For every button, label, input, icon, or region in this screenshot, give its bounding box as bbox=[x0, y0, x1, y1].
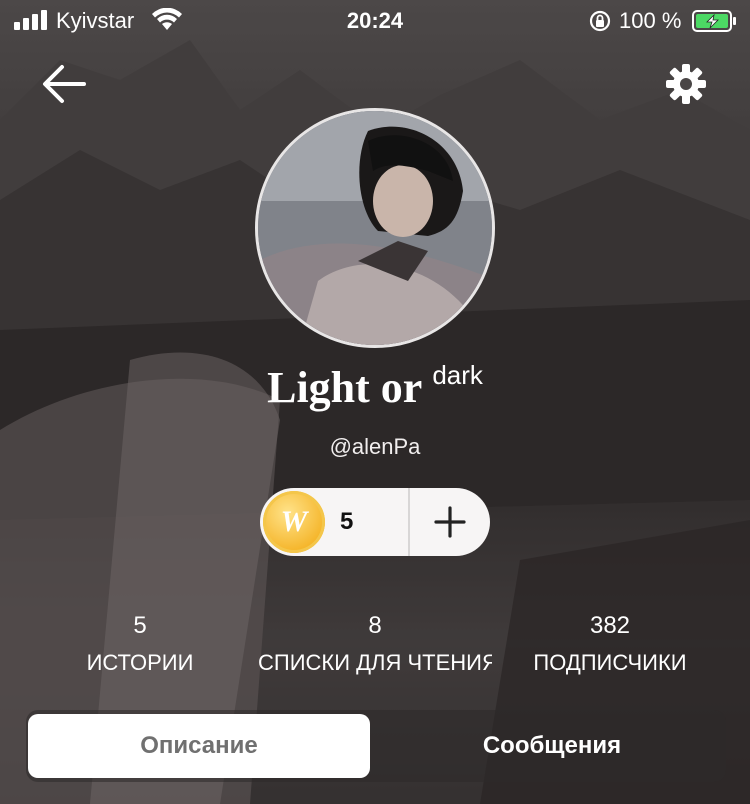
stat-value: 382 bbox=[589, 612, 631, 639]
username: @alenPa bbox=[329, 434, 421, 459]
pill-divider bbox=[408, 488, 410, 556]
display-name: Light or dark bbox=[0, 360, 750, 413]
tab-description[interactable]: Описание bbox=[28, 714, 370, 778]
avatar[interactable] bbox=[255, 108, 495, 348]
coin-count: 5 bbox=[340, 508, 354, 535]
stat-label: ПОДПИСЧИКИ bbox=[533, 650, 687, 675]
display-name-superscript: dark bbox=[432, 360, 483, 390]
battery-charging-icon bbox=[692, 10, 736, 32]
tab-messages[interactable]: Сообщения bbox=[382, 714, 722, 778]
stat-reading-lists[interactable]: 8 СПИСКИ ДЛЯ ЧТЕНИЯ bbox=[258, 612, 492, 676]
status-bar: Kyivstar 20:24 100 % bbox=[0, 0, 750, 44]
coins-pill: W 5 bbox=[260, 488, 490, 556]
plus-icon[interactable] bbox=[432, 504, 468, 540]
stat-value: 8 bbox=[368, 612, 382, 639]
coin-icon: W bbox=[263, 491, 325, 553]
stat-stories[interactable]: 5 ИСТОРИИ bbox=[60, 612, 220, 676]
profile-tabs: Описание Сообщения bbox=[26, 710, 726, 782]
arrow-left-icon[interactable] bbox=[40, 62, 88, 106]
avatar-photo bbox=[258, 111, 492, 345]
stat-label: ИСТОРИИ bbox=[86, 650, 194, 675]
battery-percent: 100 % bbox=[619, 8, 682, 33]
stat-followers[interactable]: 382 ПОДПИСЧИКИ bbox=[520, 612, 700, 676]
gear-icon[interactable] bbox=[664, 62, 708, 106]
display-name-main: Light or bbox=[267, 363, 423, 412]
stat-label: СПИСКИ ДЛЯ ЧТЕНИЯ bbox=[258, 650, 492, 675]
rotation-lock-icon bbox=[589, 10, 611, 32]
stat-value: 5 bbox=[133, 612, 147, 639]
